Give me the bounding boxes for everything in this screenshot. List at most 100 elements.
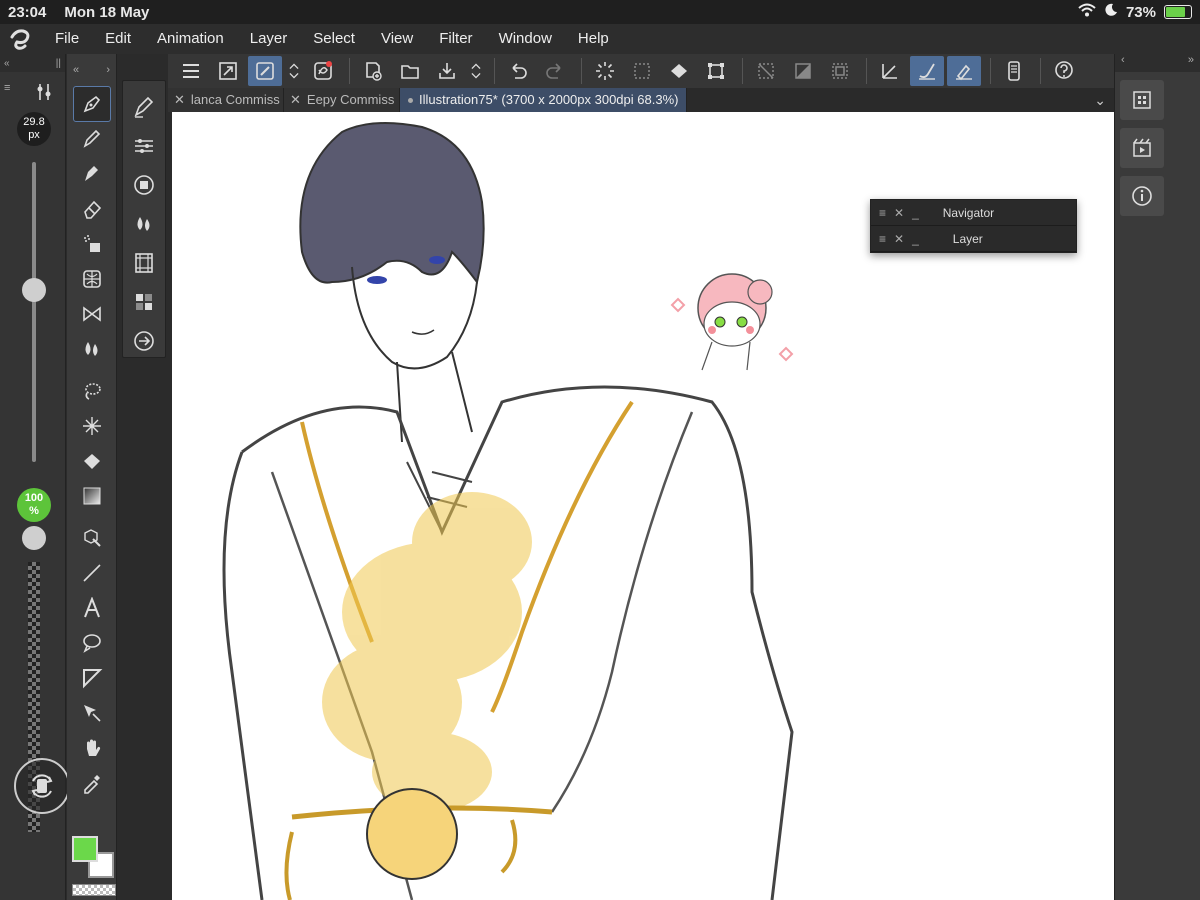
brush-size-knob[interactable] [22, 278, 46, 302]
slider-settings-icon[interactable] [34, 82, 54, 107]
expand-right-icon[interactable]: › [106, 64, 110, 76]
edit-tool-icon[interactable] [248, 56, 282, 86]
unsaved-dot-icon [408, 97, 413, 103]
collapse-icon[interactable]: || [56, 58, 61, 69]
fullscreen-icon[interactable] [211, 56, 245, 86]
tab-active-document[interactable]: Illustration75* (3700 x 2000px 300dpi 68… [400, 88, 688, 112]
tool-panel: «› [67, 54, 117, 900]
decoration-icon[interactable] [74, 262, 110, 296]
main-color-swatch[interactable] [72, 836, 98, 862]
navigator-panel-row[interactable]: ≡ ✕ _ Navigator [871, 200, 1076, 226]
pen-snap-icon[interactable] [873, 56, 907, 86]
tab-document[interactable]: ✕ Eepy Commiss [284, 88, 400, 112]
open-folder-icon[interactable] [393, 56, 427, 86]
share-icon[interactable] [126, 324, 162, 358]
text-tool-icon[interactable] [74, 591, 110, 625]
transform-icon[interactable] [699, 56, 733, 86]
redo-icon[interactable] [538, 56, 572, 86]
collapse-right-icon[interactable]: » [1188, 54, 1194, 72]
pencil-tool-icon[interactable] [74, 122, 110, 156]
panel-menu-icon[interactable]: ≡ [4, 82, 10, 94]
timeline-icon[interactable] [126, 246, 162, 280]
minimize-icon[interactable]: _ [912, 232, 919, 246]
eraser-tool-icon[interactable] [74, 192, 110, 226]
deselect-icon[interactable] [625, 56, 659, 86]
gradient-tool-icon[interactable] [74, 479, 110, 513]
info-panel-button[interactable] [1120, 176, 1164, 216]
fill-bucket-icon[interactable] [662, 56, 696, 86]
loading-spin-icon[interactable] [588, 56, 622, 86]
save-icon[interactable] [430, 56, 464, 86]
new-layer-icon[interactable] [356, 56, 390, 86]
expand-right-panel-icon[interactable]: ‹ [1121, 54, 1125, 72]
animation-panel-button[interactable] [1120, 128, 1164, 168]
frame-border-icon[interactable] [74, 661, 110, 695]
hand-tool-icon[interactable] [74, 731, 110, 765]
layer-panel-row[interactable]: ≡ ✕ _ Layer [871, 226, 1076, 252]
eyedropper-icon[interactable] [74, 766, 110, 800]
tool-property-icon[interactable] [126, 129, 162, 163]
material-icon[interactable] [126, 285, 162, 319]
opacity-knob[interactable] [22, 526, 46, 550]
pen-tool-icon[interactable] [72, 86, 111, 122]
menu-animation[interactable]: Animation [144, 24, 237, 54]
undo-icon[interactable] [501, 56, 535, 86]
tab-label: lanca Commiss [190, 92, 280, 107]
paint-bucket-icon[interactable] [74, 444, 110, 478]
updown-arrow-icon[interactable] [285, 56, 303, 86]
hamburger-menu-icon[interactable] [174, 56, 208, 86]
gradient-icon[interactable] [786, 56, 820, 86]
brush-size-slider[interactable] [32, 162, 36, 462]
subtool-pen-icon[interactable] [126, 90, 162, 124]
brush-snap-icon[interactable] [910, 56, 944, 86]
menu-edit[interactable]: Edit [92, 24, 144, 54]
fountain-pen-icon[interactable] [74, 157, 110, 191]
moon-icon [1104, 3, 1118, 21]
close-tab-icon[interactable]: ✕ [290, 88, 301, 112]
close-icon[interactable]: ✕ [894, 232, 904, 246]
rotate-canvas-button[interactable] [14, 758, 70, 814]
layer-title: Layer [952, 231, 983, 246]
menu-layer[interactable]: Layer [237, 24, 301, 54]
close-icon[interactable]: ✕ [894, 206, 904, 220]
transparent-color-swatch[interactable] [72, 884, 116, 896]
date: Mon 18 May [64, 3, 150, 21]
app-logo-icon[interactable] [0, 24, 42, 54]
menu-select[interactable]: Select [300, 24, 368, 54]
color-mixing-icon[interactable] [126, 207, 162, 241]
hide-selection-icon[interactable] [749, 56, 783, 86]
airbrush-icon[interactable] [74, 227, 110, 261]
brush-size-number: 29.8 [23, 116, 45, 128]
chevron-down-icon[interactable]: ⌄ [1094, 92, 1106, 109]
expand-left-icon[interactable]: « [73, 64, 79, 76]
border-icon[interactable] [823, 56, 857, 86]
menu-file[interactable]: File [42, 24, 92, 54]
magic-wand-icon[interactable] [74, 409, 110, 443]
tab-document[interactable]: ✕ lanca Commiss [168, 88, 284, 112]
layer-panel-button[interactable] [1120, 80, 1164, 120]
menu-window[interactable]: Window [486, 24, 565, 54]
blend-tool-icon[interactable] [74, 332, 110, 366]
drag-handle-icon[interactable]: ≡ [879, 206, 886, 220]
help-icon[interactable] [1047, 56, 1081, 86]
collapse-left-icon[interactable]: « [4, 58, 10, 69]
ribbon-icon[interactable] [74, 297, 110, 331]
correct-line-icon[interactable] [74, 696, 110, 730]
updown-arrow-icon[interactable] [467, 56, 485, 86]
navigator-title: Navigator [942, 205, 995, 220]
minimize-icon[interactable]: _ [912, 206, 919, 220]
balloon-tool-icon[interactable] [74, 626, 110, 660]
device-icon[interactable] [997, 56, 1031, 86]
drag-handle-icon[interactable]: ≡ [879, 232, 886, 246]
quick-access-icon[interactable] [306, 56, 340, 86]
close-tab-icon[interactable]: ✕ [174, 88, 185, 112]
menu-help[interactable]: Help [565, 24, 622, 54]
color-swatches[interactable] [72, 836, 118, 882]
line-tool-icon[interactable] [74, 556, 110, 590]
lasso-icon[interactable] [74, 374, 110, 408]
menu-view[interactable]: View [368, 24, 426, 54]
erase-snap-icon[interactable] [947, 56, 981, 86]
menu-filter[interactable]: Filter [426, 24, 485, 54]
operation-tool-icon[interactable] [74, 521, 110, 555]
layer-property-icon[interactable] [126, 168, 162, 202]
